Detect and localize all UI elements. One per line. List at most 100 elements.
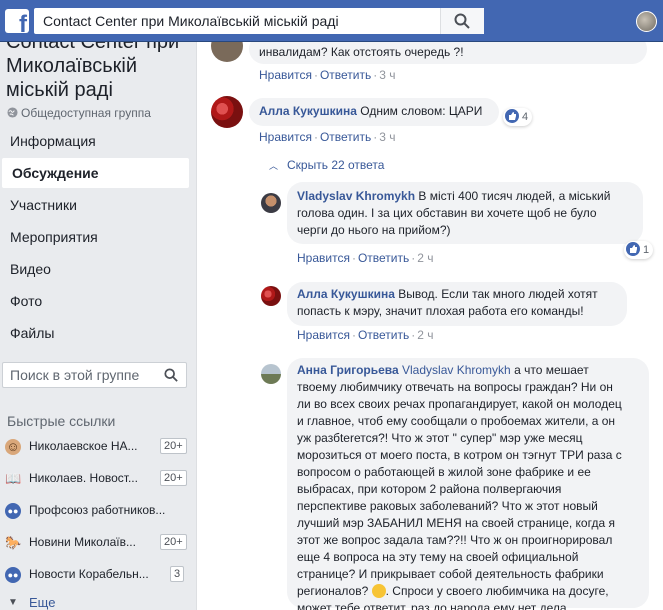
quick-links-header: Быстрые ссылки <box>7 413 116 429</box>
like-link[interactable]: Нравится <box>259 68 312 82</box>
quick-link-label: Николаев. Новост... <box>29 471 138 485</box>
reply-link[interactable]: Ответить <box>320 130 371 144</box>
group-title-line: Contact Center при <box>6 42 180 53</box>
reply-text: может тебе ответит, раз до народа ему не… <box>297 601 570 610</box>
unread-count-badge: 3 <box>170 566 185 582</box>
reply-text: еще 4 вопроса на эту тему на своей офици… <box>297 550 579 564</box>
comment-time[interactable]: 3 ч <box>379 68 395 82</box>
reaction-number: 1 <box>643 244 650 256</box>
hide-replies-label: Скрыть 22 ответа <box>287 158 385 172</box>
nav-members[interactable]: Участники <box>0 190 187 220</box>
book-icon: 📖 <box>5 471 22 486</box>
smile-emoji-icon <box>371 583 386 598</box>
replier-avatar[interactable] <box>261 364 281 384</box>
reply-text: . Спроси у своего любимчика на досуге, <box>385 584 609 598</box>
like-link[interactable]: Нравится <box>297 328 350 342</box>
like-reaction-icon <box>626 242 640 257</box>
comment-actions: Нравится · Ответить · 3 ч <box>259 130 396 144</box>
reply-bubble: Анна Григорьева Vladyslav Khromykh а что… <box>287 358 649 610</box>
replier-avatar[interactable] <box>261 286 281 306</box>
like-link[interactable]: Нравится <box>259 130 312 144</box>
reply-time[interactable]: 2 ч <box>417 251 433 265</box>
reply-text: лучший мэр ЗАБАНИЛ МЕНЯ на своей страниц… <box>297 516 615 530</box>
reply-text: этот же вопрос задала там??!! Что ж он п… <box>297 533 613 547</box>
quick-link-label: Новини Миколаїв... <box>29 535 136 549</box>
facebook-logo-icon[interactable]: f <box>5 9 29 33</box>
reply-actions: Нравится · Ответить · 2 ч <box>297 328 434 342</box>
reply-author[interactable]: Vladyslav Khromykh <box>297 189 415 203</box>
nav-events[interactable]: Мероприятия <box>0 222 187 252</box>
reply-text: морозиться от моего поста, в котром он т… <box>297 448 622 462</box>
reply-text: черги до нього на прийом?) <box>297 223 451 237</box>
like-reaction-icon <box>505 109 519 124</box>
like-link[interactable]: Нравится <box>297 251 350 265</box>
group-avatar-icon: ☺ <box>5 439 21 455</box>
reply-text: Вывод. Если так много людей хотят <box>398 287 598 301</box>
reaction-number: 4 <box>522 111 529 123</box>
reply-author[interactable]: Анна Григорьева <box>297 363 399 377</box>
reaction-count[interactable]: 4 <box>503 108 533 126</box>
hide-replies-link[interactable]: ︿ Скрыть 22 ответа <box>269 158 384 172</box>
comment-bubble: Алла Кукушкина Одним словом: ЦАРИ <box>249 98 499 126</box>
group-search-box[interactable] <box>2 362 187 388</box>
quick-link-label: Николаевское НА... <box>29 439 138 453</box>
nav-discussion[interactable]: Обсуждение <box>2 158 189 188</box>
reply-link[interactable]: Ответить <box>320 68 371 82</box>
reply-author[interactable]: Алла Кукушкина <box>297 287 395 301</box>
group-icon: ●● <box>5 567 21 583</box>
quick-link-item[interactable]: 📖 Николаев. Новост... 20+ <box>5 467 187 491</box>
reply-text: твоему любимчику отвечать на вопросы гра… <box>297 380 613 394</box>
search-button[interactable] <box>440 8 484 34</box>
top-navigation-bar: f <box>0 0 663 42</box>
group-title[interactable]: Contact Center при Миколаївській міській… <box>6 42 179 102</box>
globe-icon <box>7 107 18 118</box>
quick-link-label: Профсоюз работников... <box>29 503 166 517</box>
unread-count-badge: 20+ <box>160 438 187 454</box>
reply-link[interactable]: Ответить <box>358 251 409 265</box>
profile-avatar[interactable] <box>636 11 657 32</box>
reply-text: ли во всех своих речах пропагандирует, к… <box>297 397 622 411</box>
global-search-box[interactable] <box>34 8 484 34</box>
reply-bubble: Алла Кукушкина Вывод. Если так много люд… <box>287 282 627 326</box>
commenter-avatar[interactable] <box>211 42 243 62</box>
quick-link-item[interactable]: ☺ Николаевское НА... 20+ <box>5 435 187 459</box>
mention-link[interactable]: Vladyslav Khromykh <box>402 363 511 377</box>
reply-text: вопросом о работающей в жилой зоне фабри… <box>297 465 591 479</box>
reply-text: В місті 400 тисяч людей, а міський <box>418 189 611 203</box>
group-search-input[interactable] <box>3 363 153 387</box>
comment-author[interactable]: Алла Кукушкина <box>259 104 357 118</box>
nav-info[interactable]: Информация <box>0 126 187 156</box>
quick-link-item[interactable]: 🐎 Новини Миколаїв... 20+ <box>5 531 187 555</box>
reply-actions: Нравится · Ответить · 2 ч <box>297 251 434 265</box>
nav-files[interactable]: Файлы <box>0 318 187 348</box>
reply-text: перспективе раковых заболеваний? Что ж э… <box>297 499 598 513</box>
chevron-down-icon: ▼ <box>8 597 18 608</box>
reply-text: и главное, чтоб ему сообщали о пробоемах… <box>297 414 616 428</box>
search-icon[interactable] <box>164 368 178 382</box>
reply-time[interactable]: 2 ч <box>417 328 433 342</box>
quick-link-item[interactable]: ●● Профсоюз работников... <box>5 499 187 523</box>
unread-count-badge: 20+ <box>160 470 187 486</box>
replier-avatar[interactable] <box>261 193 281 213</box>
search-icon <box>454 13 470 29</box>
nav-photos[interactable]: Фото <box>0 286 187 316</box>
quick-link-item[interactable]: ●● Новости Корабельн... 3 <box>5 563 187 587</box>
group-type-text: Общедоступная группа <box>21 106 151 120</box>
reply-text: странице? И прикрывает собой деятельност… <box>297 567 604 581</box>
comment-text: Одним словом: ЦАРИ <box>360 104 483 118</box>
group-title-line: міській раді <box>6 79 113 101</box>
horse-icon: 🐎 <box>5 535 22 550</box>
reply-link[interactable]: Ответить <box>358 328 409 342</box>
reply-text: голова один. І за цих обставин ви хочете… <box>297 206 597 220</box>
comment-actions: Нравится · Ответить · 3 ч <box>259 68 396 82</box>
reply-text: уж разбterется?! Что ж этот " супер" мэр… <box>297 431 583 445</box>
see-more-link[interactable]: ▼ Еще <box>5 591 187 610</box>
global-search-input[interactable] <box>34 8 434 34</box>
reaction-count[interactable]: 1 <box>624 241 654 259</box>
comment-time[interactable]: 3 ч <box>379 130 395 144</box>
reply-bubble: Vladyslav Khromykh В місті 400 тисяч люд… <box>287 182 643 244</box>
commenter-avatar[interactable] <box>211 96 243 128</box>
reply-text: выбрасах, при котором 2 района полвергаю… <box>297 482 562 496</box>
reply-text: а что мешает <box>514 363 589 377</box>
nav-videos[interactable]: Видео <box>0 254 187 284</box>
